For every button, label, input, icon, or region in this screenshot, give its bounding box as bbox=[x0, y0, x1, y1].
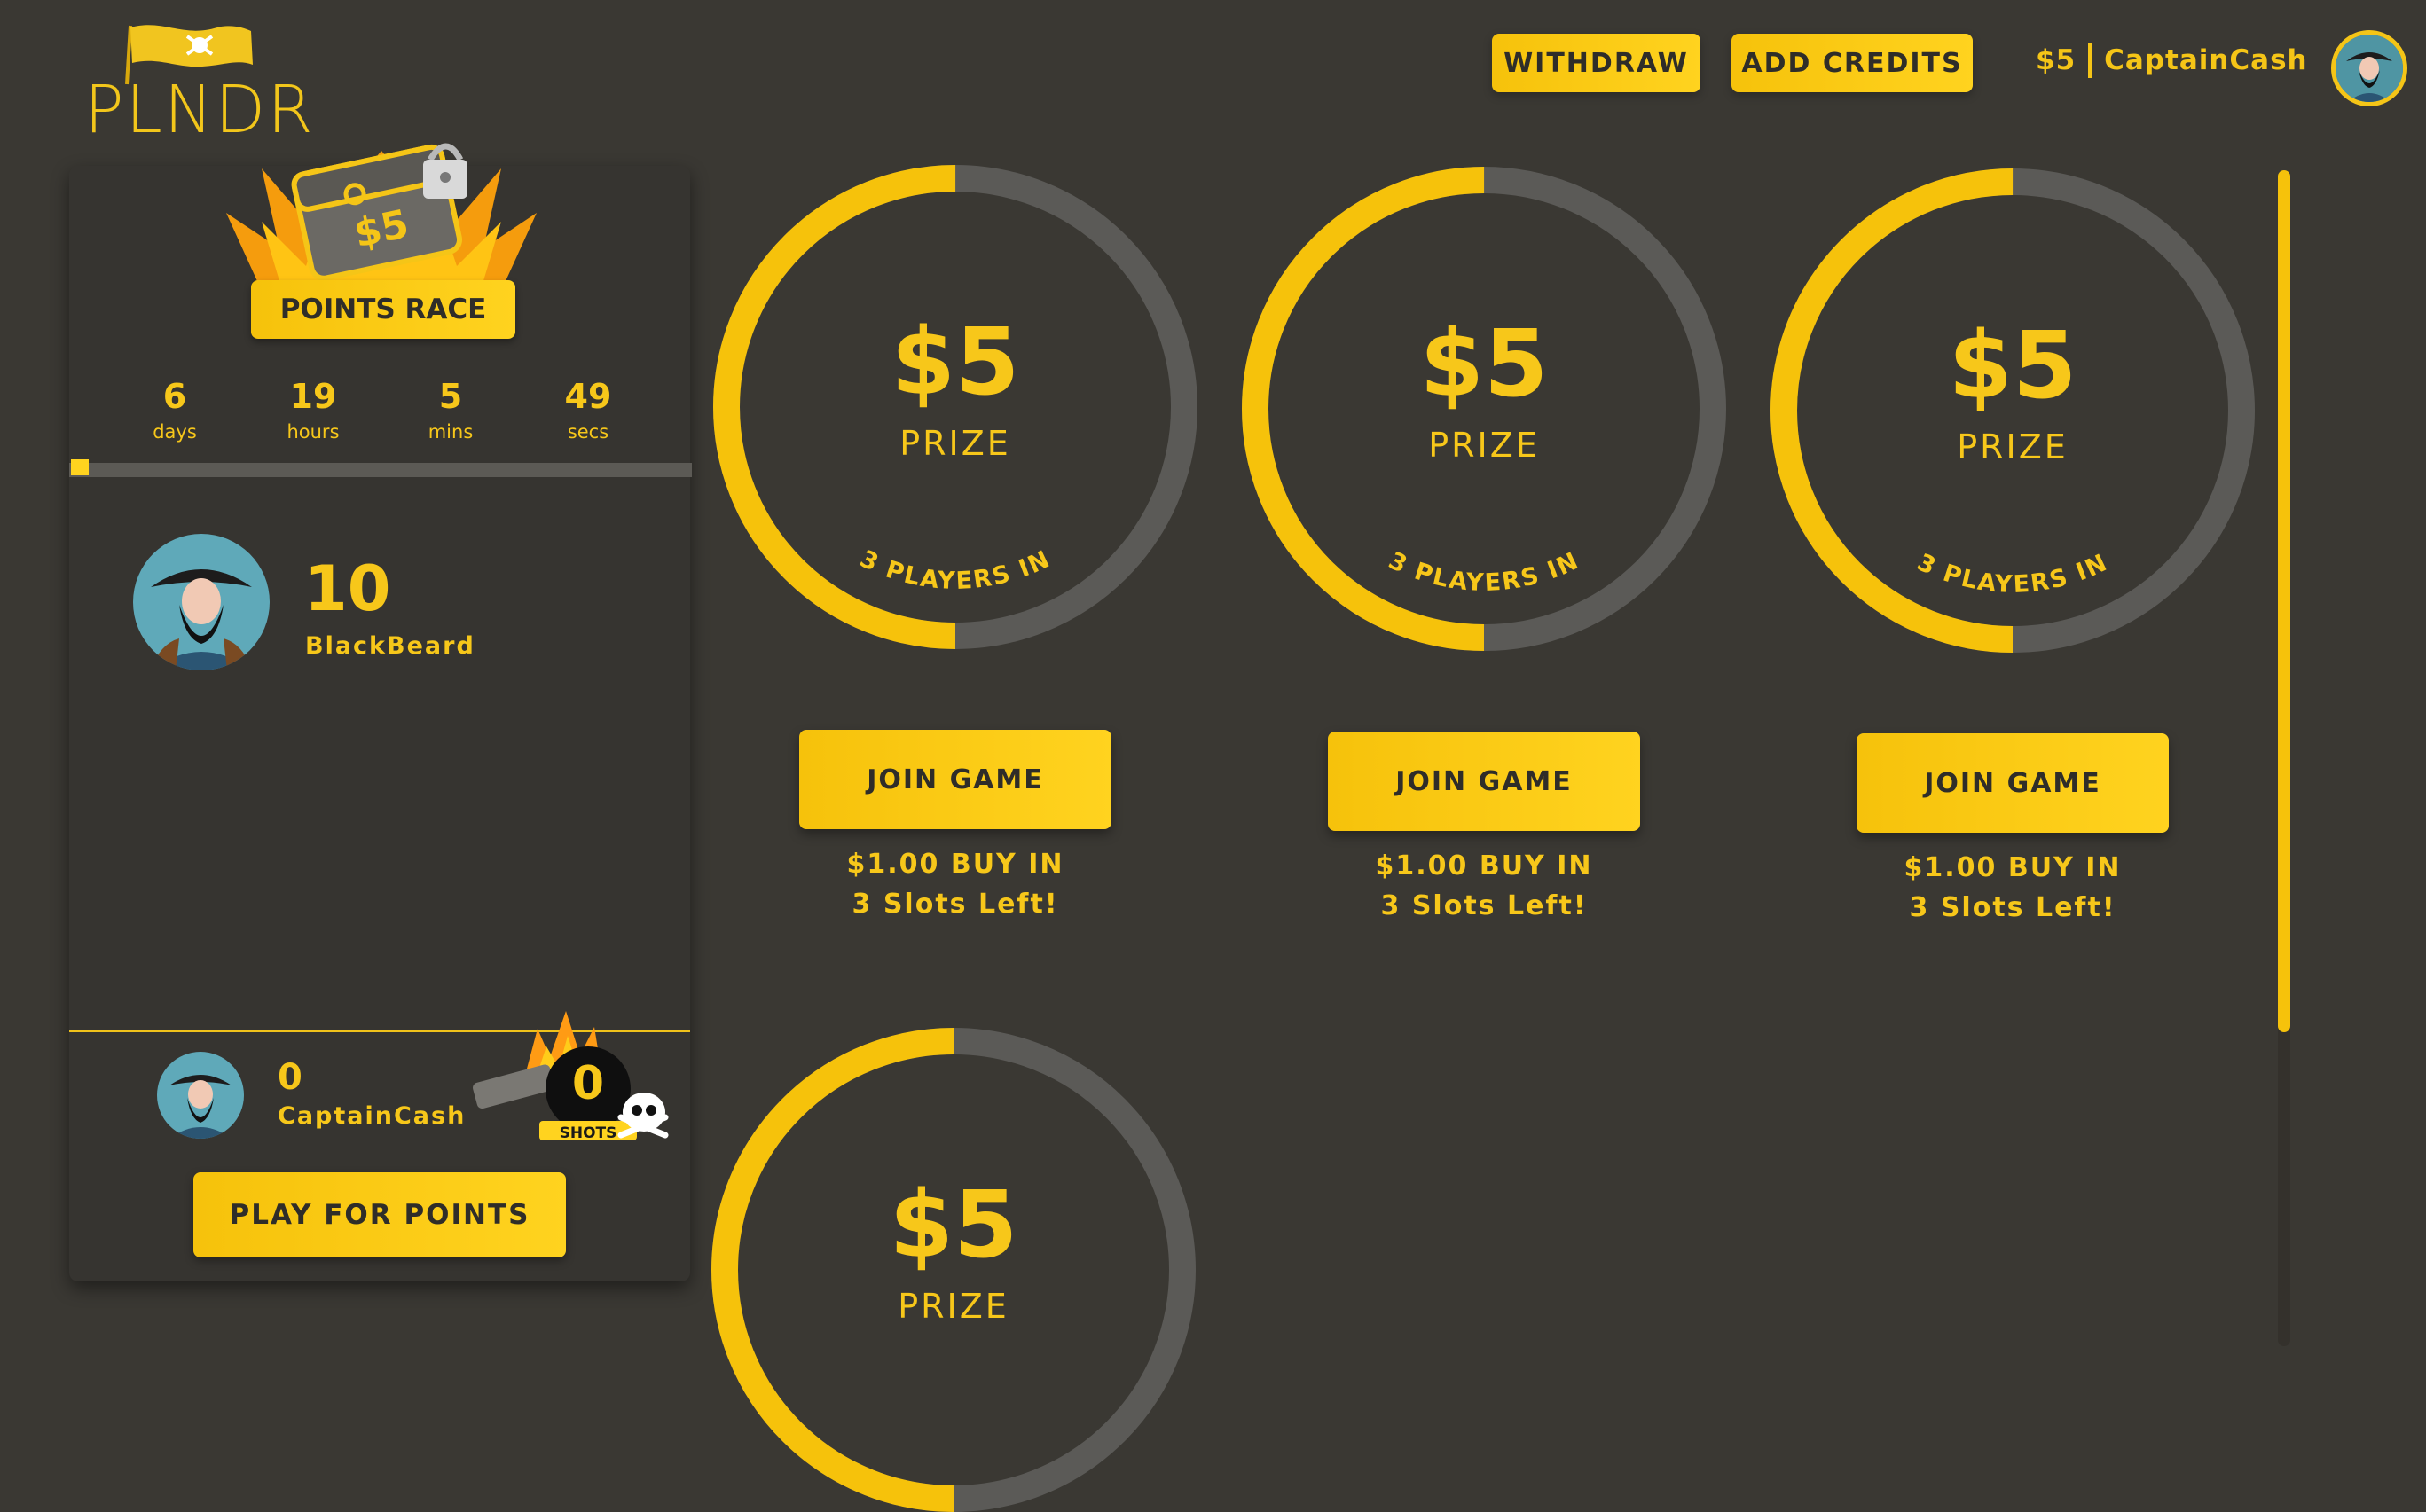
prize-label: PRIZE bbox=[1428, 426, 1540, 465]
game-ring: 3 PLAYERS IN $5 PRIZE bbox=[1242, 167, 1726, 651]
prize-amount: $5 bbox=[1419, 309, 1549, 418]
username[interactable]: CaptainCash bbox=[2104, 44, 2307, 76]
points-race-title: POINTS RACE bbox=[251, 280, 515, 339]
buy-in-text: $1.00 BUY IN bbox=[846, 849, 1064, 880]
user-balance: $5 CaptainCash bbox=[2036, 43, 2308, 78]
shots-label: SHOTS bbox=[559, 1124, 617, 1142]
players-in-label: 3 PLAYERS IN bbox=[1384, 547, 1583, 597]
pirate-avatar-icon bbox=[2336, 35, 2403, 102]
add-credits-button[interactable]: ADD CREDITS bbox=[1731, 34, 1973, 92]
countdown-value: 19 bbox=[289, 377, 337, 416]
shots-widget: 0 SHOTS bbox=[461, 1002, 674, 1162]
countdown-mins: 5 mins bbox=[389, 377, 513, 443]
slots-left-text: 3 Slots Left! bbox=[1380, 890, 1588, 921]
players-in-label: 3 PLAYERS IN bbox=[1912, 549, 2112, 599]
race-progress-fill bbox=[71, 459, 89, 475]
join-game-button[interactable]: JOIN GAME bbox=[1857, 733, 2169, 833]
leader-score: 10 bbox=[304, 552, 391, 625]
join-game-button[interactable]: JOIN GAME bbox=[1328, 732, 1640, 831]
countdown-unit: hours bbox=[287, 421, 340, 443]
prize-label: PRIZE bbox=[898, 1287, 1009, 1326]
countdown-unit: secs bbox=[567, 421, 609, 443]
game-buy-in-info: $1.00 BUY IN 3 Slots Left! bbox=[1835, 848, 2190, 928]
game-buy-in-info: $1.00 BUY IN 3 Slots Left! bbox=[778, 844, 1133, 924]
pirate-avatar-icon bbox=[157, 1052, 244, 1139]
countdown-value: 49 bbox=[564, 377, 612, 416]
prize-amount: $5 bbox=[891, 308, 1020, 416]
slots-left-text: 3 Slots Left! bbox=[1909, 892, 2116, 923]
countdown-unit: days bbox=[153, 421, 197, 443]
countdown-days: 6 days bbox=[113, 377, 237, 443]
countdown-value: 6 bbox=[162, 377, 187, 416]
race-progress-track bbox=[69, 463, 692, 477]
countdown-unit: mins bbox=[428, 421, 474, 443]
cannon-icon bbox=[473, 1064, 555, 1109]
game-buy-in-info: $1.00 BUY IN 3 Slots Left! bbox=[1307, 846, 1661, 926]
players-in-label: 3 PLAYERS IN bbox=[855, 545, 1055, 595]
slots-left-text: 3 Slots Left! bbox=[852, 889, 1059, 920]
play-for-points-button[interactable]: PLAY FOR POINTS bbox=[193, 1172, 566, 1257]
buy-in-text: $1.00 BUY IN bbox=[1904, 852, 2122, 883]
game-ring: $5 PRIZE bbox=[711, 1028, 1196, 1512]
countdown-hours: 19 hours bbox=[251, 377, 375, 443]
user-avatar[interactable] bbox=[2331, 30, 2407, 106]
leader-avatar bbox=[133, 534, 270, 670]
blackbeard-avatar-icon bbox=[133, 534, 270, 670]
countdown-secs: 49 secs bbox=[526, 377, 650, 443]
my-score: 0 bbox=[278, 1057, 302, 1098]
countdown-value: 5 bbox=[438, 377, 463, 416]
balance-amount: $5 bbox=[2036, 44, 2077, 76]
game-ring: 3 PLAYERS IN $5 PRIZE bbox=[1770, 168, 2255, 653]
buy-in-text: $1.00 BUY IN bbox=[1375, 850, 1593, 881]
prize-label: PRIZE bbox=[899, 424, 1011, 463]
prize-label: PRIZE bbox=[1957, 427, 2069, 466]
scrollbar-thumb[interactable] bbox=[2278, 170, 2290, 1032]
game-ring: 3 PLAYERS IN $5 PRIZE bbox=[713, 165, 1197, 649]
prize-amount: $5 bbox=[889, 1171, 1018, 1279]
leader-name: BlackBeard bbox=[305, 632, 475, 660]
my-avatar bbox=[157, 1052, 244, 1139]
join-game-button[interactable]: JOIN GAME bbox=[799, 730, 1111, 829]
withdraw-button[interactable]: WITHDRAW bbox=[1492, 34, 1700, 92]
plndr-logo[interactable]: PLNDR bbox=[84, 22, 313, 143]
prize-amount: $5 bbox=[1948, 311, 2077, 419]
shots-count: 0 bbox=[571, 1057, 605, 1110]
balance-separator bbox=[2088, 43, 2092, 78]
my-name: CaptainCash bbox=[278, 1102, 467, 1130]
